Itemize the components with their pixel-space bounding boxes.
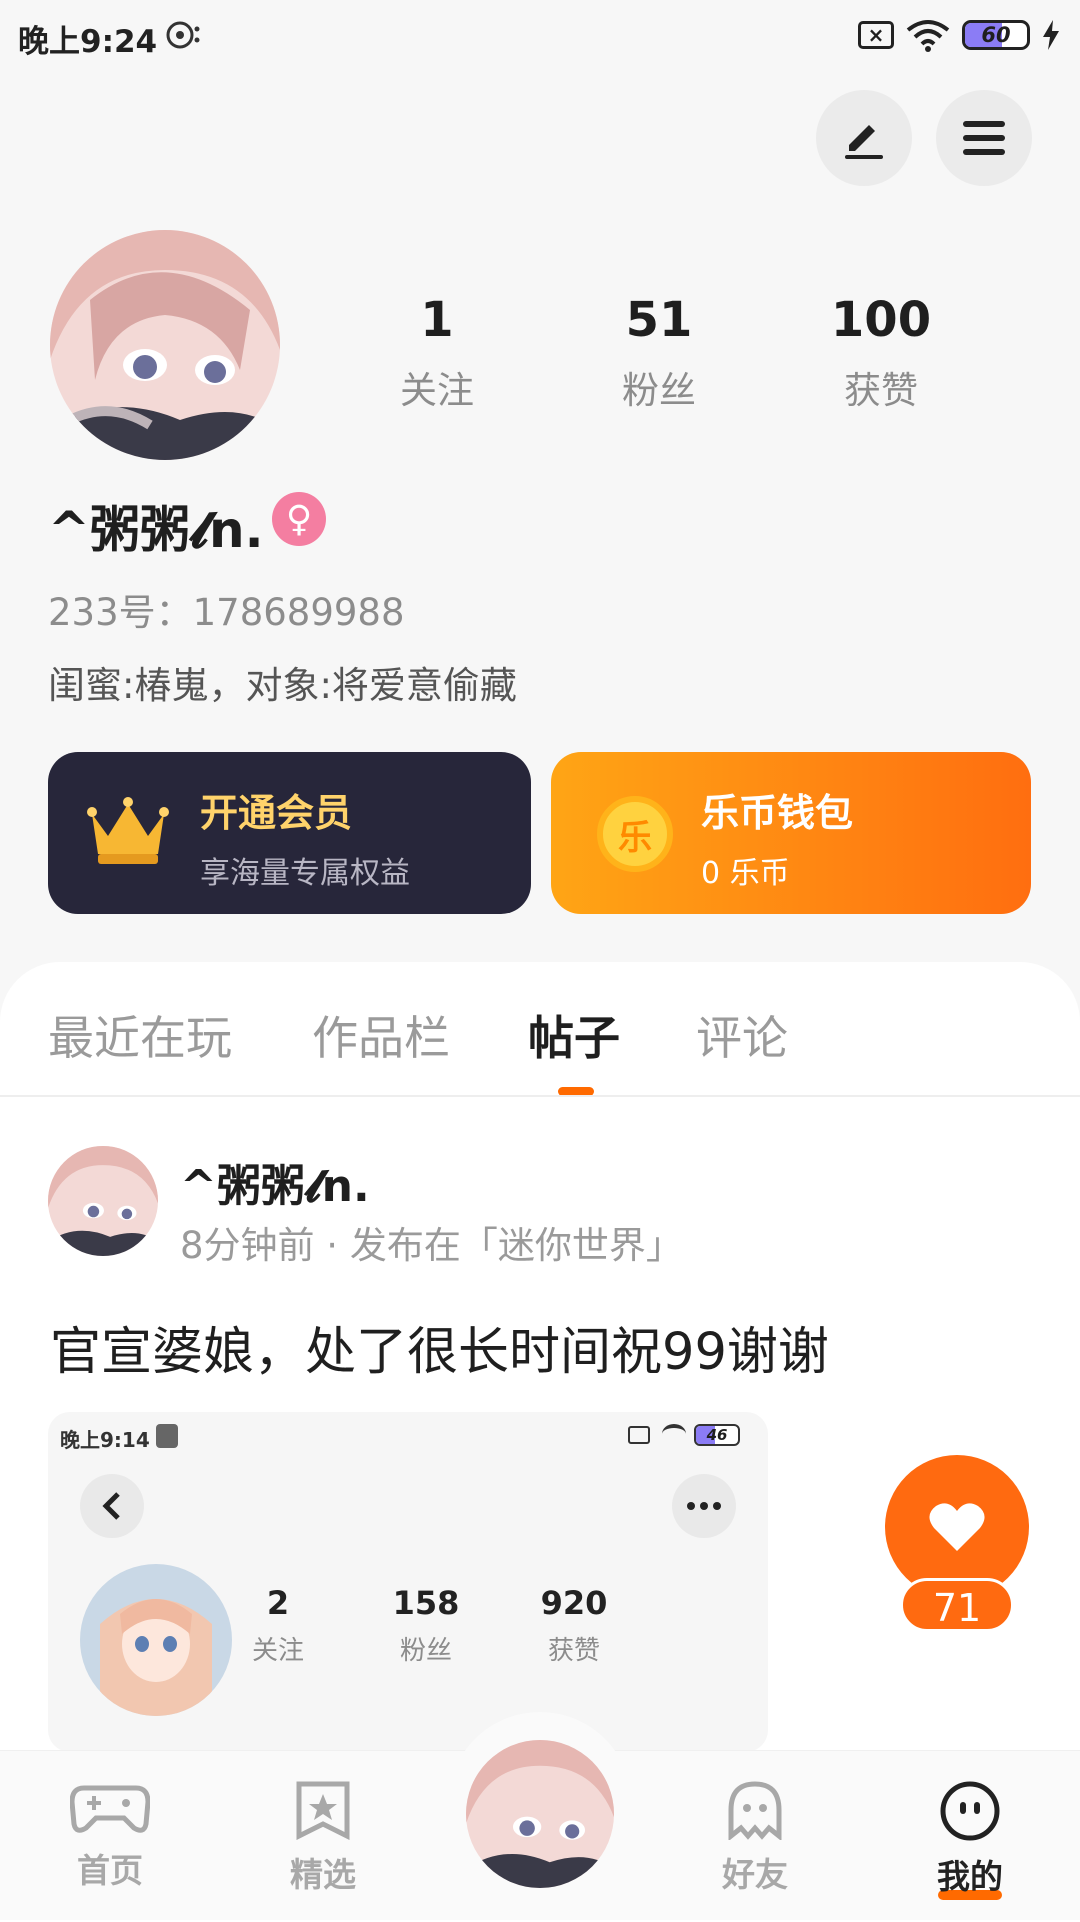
profile-avatar[interactable] bbox=[50, 230, 280, 460]
anime-avatar-image bbox=[80, 1564, 232, 1716]
female-gender-icon: ♀ bbox=[272, 492, 326, 546]
no-sim-icon: × bbox=[858, 21, 894, 49]
chevron-left-icon bbox=[102, 1492, 120, 1520]
anime-avatar-image bbox=[50, 230, 280, 460]
following-stat[interactable]: 1 关注 bbox=[337, 292, 537, 414]
face-icon bbox=[940, 1781, 1000, 1841]
embedded-wifi-icon bbox=[662, 1424, 686, 1444]
likes-received-count: 100 bbox=[830, 292, 932, 348]
embedded-no-sim-icon bbox=[628, 1426, 650, 1444]
following-label: 关注 bbox=[400, 369, 474, 412]
charging-icon bbox=[1043, 20, 1059, 50]
center-avatar-button[interactable] bbox=[466, 1740, 614, 1888]
vip-membership-card[interactable]: 开通会员 享海量专属权益 bbox=[48, 752, 531, 914]
profile-username: ^粥粥𝓵n. bbox=[48, 501, 264, 559]
vip-card-title: 开通会员 bbox=[200, 791, 353, 835]
notification-icon bbox=[166, 21, 200, 49]
nav-me[interactable]: 我的 bbox=[900, 1780, 1040, 1900]
vip-card-subtitle: 享海量专属权益 bbox=[200, 856, 410, 891]
embedded-notification-icon bbox=[156, 1424, 178, 1448]
tab-divider bbox=[0, 1095, 1080, 1097]
crown-icon bbox=[87, 797, 169, 864]
user-id: 233号：178689988 bbox=[48, 591, 405, 634]
anime-avatar-image bbox=[466, 1740, 614, 1888]
likes-stat[interactable]: 100 获赞 bbox=[781, 292, 981, 414]
embedded-following-label: 关注 bbox=[251, 1636, 304, 1666]
embedded-status-time: 晚上9:14 bbox=[60, 1428, 150, 1452]
embedded-following-count: 2 bbox=[266, 1584, 290, 1622]
heart-icon bbox=[929, 1503, 985, 1551]
wifi-icon bbox=[906, 20, 950, 52]
tab-comments[interactable]: 评论 bbox=[696, 1002, 788, 1068]
status-bar: 晚上9:24 × 60 bbox=[0, 0, 1080, 72]
status-icons: × 60 bbox=[858, 18, 1060, 52]
embedded-more-button bbox=[672, 1474, 736, 1538]
battery-level: 60 bbox=[981, 23, 1011, 47]
anime-avatar-image bbox=[48, 1146, 158, 1256]
pencil-icon bbox=[845, 125, 883, 159]
embedded-avatar bbox=[80, 1564, 232, 1716]
battery-icon: 60 bbox=[962, 20, 1030, 50]
menu-button[interactable] bbox=[936, 90, 1032, 186]
followers-count: 51 bbox=[625, 292, 693, 348]
embedded-likes-count: 920 bbox=[540, 1584, 608, 1622]
nav-home-label: 首页 bbox=[77, 1851, 143, 1890]
embedded-battery-icon: 46 bbox=[694, 1424, 740, 1446]
tab-recently-played[interactable]: 最近在玩 bbox=[48, 1002, 232, 1068]
followers-stat[interactable]: 51 粉丝 bbox=[559, 292, 759, 414]
profile-bio: 闺蜜:椿嵬，对象:将爱意偷藏 bbox=[48, 664, 517, 707]
ghost-icon bbox=[728, 1781, 782, 1842]
embedded-followers-stat: 158 粉丝 bbox=[366, 1584, 486, 1667]
nav-home[interactable]: 首页 bbox=[40, 1780, 180, 1892]
coin-wallet-card[interactable]: 乐 乐币钱包 0 乐币 bbox=[551, 752, 1031, 914]
post-author-avatar[interactable] bbox=[48, 1146, 158, 1256]
post-body-text: 官宣婆娘，处了很长时间祝99谢谢 bbox=[50, 1323, 829, 1382]
embedded-likes-label: 获赞 bbox=[547, 1636, 600, 1666]
embedded-likes-stat: 920 获赞 bbox=[514, 1584, 634, 1667]
embedded-followers-label: 粉丝 bbox=[399, 1636, 452, 1666]
embedded-following-stat: 2 关注 bbox=[218, 1584, 338, 1667]
nav-friends-label: 好友 bbox=[722, 1855, 788, 1894]
edit-profile-button[interactable] bbox=[816, 90, 912, 186]
embedded-battery-level: 46 bbox=[706, 1426, 728, 1444]
wallet-balance: 0 乐币 bbox=[701, 856, 790, 891]
wallet-card-title: 乐币钱包 bbox=[701, 791, 854, 835]
coin-icon: 乐 bbox=[597, 796, 673, 872]
post-image[interactable]: 晚上9:14 46 2 关注 158 粉丝 920 获赞 bbox=[48, 1412, 768, 1752]
nav-featured-label: 精选 bbox=[290, 1855, 356, 1894]
gamepad-icon bbox=[69, 1785, 151, 1833]
nav-me-label: 我的 bbox=[937, 1857, 1003, 1896]
hamburger-menu-icon bbox=[963, 121, 1005, 155]
nav-featured[interactable]: 精选 bbox=[253, 1780, 393, 1896]
more-dots-icon bbox=[687, 1502, 721, 1510]
tab-works[interactable]: 作品栏 bbox=[312, 1002, 450, 1068]
following-count: 1 bbox=[420, 292, 454, 348]
star-bookmark-icon bbox=[296, 1781, 350, 1841]
tab-posts[interactable]: 帖子 bbox=[528, 1002, 620, 1068]
like-count: 71 bbox=[900, 1578, 1014, 1632]
followers-label: 粉丝 bbox=[622, 369, 696, 412]
status-time: 晚上9:24 bbox=[18, 24, 158, 60]
likes-received-label: 获赞 bbox=[844, 369, 918, 412]
post-author-name[interactable]: ^粥粥𝓵n. bbox=[180, 1150, 370, 1214]
post-meta: 8分钟前 · 发布在「迷你世界」 bbox=[180, 1224, 683, 1267]
embedded-followers-count: 158 bbox=[392, 1584, 460, 1622]
embedded-back-button bbox=[80, 1474, 144, 1538]
nav-friends[interactable]: 好友 bbox=[685, 1780, 825, 1896]
